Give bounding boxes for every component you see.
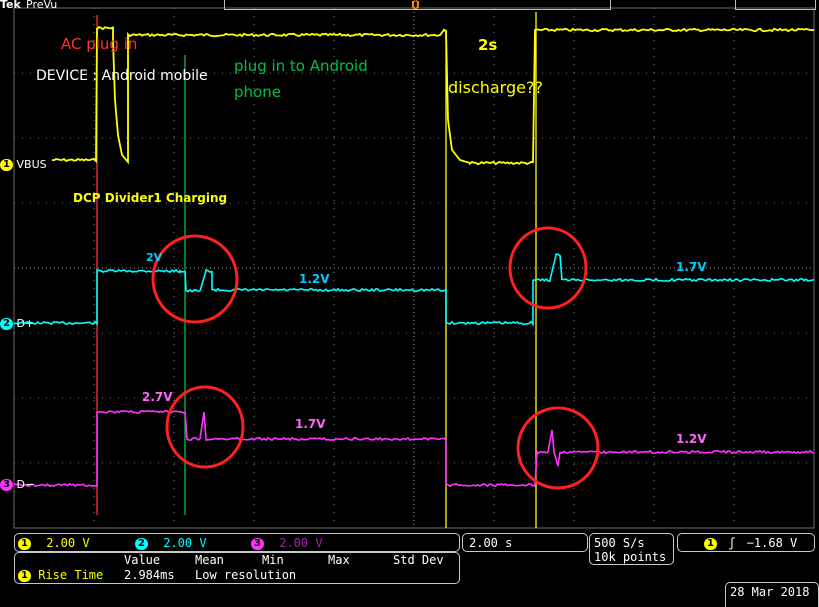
- ch2-scale: 2.00 V: [163, 536, 207, 550]
- meas-label: Rise Time: [38, 568, 104, 582]
- trigger-box[interactable]: 1 ʃ −1.68 V: [677, 533, 815, 552]
- meas-row[interactable]: 1 Rise Time: [18, 568, 103, 582]
- annotation-dp-2v: 2V: [146, 251, 163, 264]
- oscilloscope-screen: Tek PreVu Ů 1 VBUS 2 D+ 3 D− AC plug in …: [0, 0, 819, 607]
- measurement-box[interactable]: Value Mean Min Max Std Dev 1 Rise Time 2…: [14, 552, 460, 584]
- highlight-circle-4: [516, 406, 600, 490]
- brand-logo: Tek: [0, 0, 21, 11]
- ch3-scale-badge: 3: [251, 537, 264, 550]
- sample-rate: 500 S/s: [594, 536, 645, 550]
- annotation-plug-android-1: plug in to Android: [234, 57, 368, 75]
- annotation-discharge: discharge??: [448, 78, 543, 97]
- trigger-channel-badge: 1: [704, 537, 717, 550]
- ch3-scale: 2.00 V: [279, 536, 323, 550]
- acquisition-status: PreVu: [26, 0, 58, 11]
- record-view-bar: [735, 0, 816, 10]
- annotation-plug-android-2: phone: [234, 83, 281, 101]
- record-length: 10k points: [594, 550, 667, 564]
- meas-header-min: Min: [262, 553, 284, 567]
- annotation-ac-plug: AC plug in: [61, 35, 138, 53]
- date-box: 28 Mar 2018: [725, 582, 819, 607]
- ch3-name: D−: [16, 478, 35, 491]
- annotation-dcp: DCP Divider1 Charging: [73, 191, 228, 205]
- ch2-name: D+: [16, 317, 35, 330]
- annotation-dm-1-2v: 1.2V: [676, 432, 707, 446]
- top-status-bar: Tek PreVu Ů: [0, 0, 819, 12]
- ch1-scale-badge: 1: [18, 537, 31, 550]
- annotation-2s: 2s: [478, 36, 498, 54]
- ch1-waveform: [51, 25, 815, 166]
- highlight-circle-1: [151, 234, 239, 324]
- ch3-marker[interactable]: 3 D−: [0, 478, 34, 491]
- annotation-dm-1-7v: 1.7V: [295, 417, 326, 431]
- annotation-dm-2-7v: 2.7V: [142, 390, 173, 404]
- annotation-dp-1-7v: 1.7V: [676, 260, 707, 274]
- highlight-circles: [151, 226, 600, 490]
- timebase-box[interactable]: 2.00 s: [462, 533, 588, 552]
- channel-scale-box[interactable]: 1 2.00 V 2 2.00 V 3 2.00 V: [14, 533, 460, 552]
- trigger-slope-icon: ʃ: [728, 536, 736, 550]
- ch2-badge: 2: [0, 318, 13, 330]
- ch1-scale-readout[interactable]: 1 2.00 V: [18, 536, 90, 550]
- ch2-scale-badge: 2: [135, 537, 148, 550]
- ch3-badge: 3: [0, 479, 13, 491]
- meas-channel-badge: 1: [18, 569, 31, 582]
- meas-header-stddev: Std Dev: [393, 553, 444, 567]
- trigger-level: −1.68 V: [746, 536, 798, 550]
- annotation-dp-1-2v: 1.2V: [299, 272, 330, 286]
- ch3-scale-readout[interactable]: 3 2.00 V: [251, 536, 323, 550]
- ch1-badge: 1: [0, 159, 13, 171]
- date: 28 Mar 2018: [730, 585, 810, 599]
- ch2-scale-readout[interactable]: 2 2.00 V: [135, 536, 207, 550]
- ch1-name: VBUS: [16, 158, 47, 171]
- annotation-device: DEVICE : Android mobile: [36, 68, 208, 84]
- meas-header-mean: Mean: [195, 553, 224, 567]
- acquisition-box[interactable]: 500 S/s 10k points: [589, 533, 674, 565]
- ch1-marker[interactable]: 1 VBUS: [0, 158, 47, 171]
- ch2-marker[interactable]: 2 D+: [0, 317, 34, 330]
- meas-note: Low resolution: [195, 568, 297, 582]
- trigger-position-icon: Ů: [411, 0, 420, 12]
- meas-value: 2.984ms: [124, 568, 175, 582]
- meas-header-value: Value: [124, 553, 161, 567]
- ch1-scale: 2.00 V: [46, 536, 90, 550]
- bottom-readout-panel: 1 2.00 V 2 2.00 V 3 2.00 V Value Mean Mi…: [0, 530, 819, 607]
- meas-header-max: Max: [328, 553, 350, 567]
- timebase: 2.00 s: [469, 536, 513, 550]
- trigger-readout: 1 ʃ −1.68 V: [704, 536, 797, 550]
